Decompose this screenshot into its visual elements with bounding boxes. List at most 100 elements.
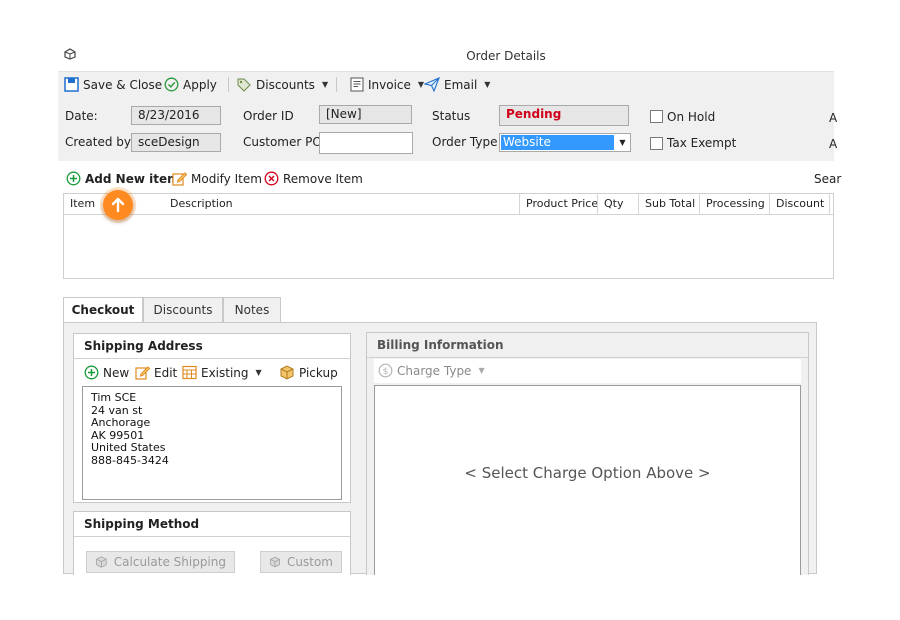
search-label-truncated: Sear [814, 172, 842, 186]
add-circle-icon [66, 171, 81, 186]
created-by-label: Created by [65, 135, 132, 149]
remove-item-label: Remove Item [283, 171, 363, 186]
edit-address-button[interactable]: Edit [135, 364, 177, 381]
address-line: 888-845-3424 [91, 453, 169, 467]
custom-shipping-button[interactable]: Custom [260, 551, 342, 573]
shipping-method-title: Shipping Method [74, 512, 350, 537]
add-new-item-button[interactable]: Add New item [66, 170, 180, 187]
new-label: New [103, 365, 130, 380]
chevron-down-icon: ▼ [255, 368, 262, 377]
calculate-shipping-button[interactable]: Calculate Shipping [86, 551, 235, 573]
arrow-up-icon [111, 197, 125, 213]
order-type-value: Website [501, 135, 614, 150]
add-new-item-label: Add New item [85, 171, 180, 186]
chevron-down-icon: ▼ [321, 80, 329, 89]
discounts-label: Discounts [256, 77, 315, 92]
tab-checkout[interactable]: Checkout [63, 297, 143, 323]
email-dropdown[interactable]: Email ▼ [424, 76, 490, 93]
email-label: Email [444, 77, 478, 92]
edit-label: Edit [154, 365, 178, 380]
column-header-description[interactable]: Description [164, 194, 520, 214]
tutorial-marker [103, 190, 133, 220]
pickup-button[interactable]: Pickup [279, 364, 338, 381]
existing-label: Existing [201, 365, 249, 380]
customer-po-input[interactable] [319, 132, 413, 154]
column-header-qty[interactable]: Qty [598, 194, 639, 214]
on-hold-checkbox[interactable] [650, 110, 663, 123]
charge-type-label: Charge Type [397, 363, 472, 378]
column-header-product-price[interactable]: Product Price [520, 194, 598, 214]
customer-po-label: Customer PO [243, 135, 322, 149]
invoice-label: Invoice [368, 77, 411, 92]
svg-text:$: $ [383, 367, 389, 377]
save-icon [64, 77, 79, 92]
address-line: Anchorage [91, 416, 151, 429]
column-header-sub-total[interactable]: Sub Total [639, 194, 700, 214]
edit-icon [172, 172, 187, 186]
order-id-field: [New] [319, 105, 412, 124]
items-toolbar: Add New item Modify Item Remove Item Sea… [58, 168, 841, 190]
save-close-label: Save & Close [83, 77, 163, 92]
window-title: Order Details [466, 49, 546, 63]
modify-item-label: Modify Item [191, 171, 262, 186]
chevron-down-icon: ▼ [484, 80, 491, 89]
date-field[interactable]: 8/23/2016 [131, 106, 221, 125]
charge-option-placeholder: < Select Charge Option Above > [464, 464, 711, 482]
custom-label: Custom [287, 555, 333, 569]
remove-circle-icon [264, 171, 279, 186]
charge-option-panel: < Select Charge Option Above > [374, 385, 801, 575]
remove-item-button[interactable]: Remove Item [264, 170, 363, 187]
chevron-down-icon[interactable]: ▼ [615, 134, 630, 151]
dollar-circle-icon: $ [378, 363, 393, 378]
checkout-pane: Shipping Address New Edit Existing ▼ Pic… [63, 322, 817, 575]
package-icon [280, 365, 294, 380]
tab-notes[interactable]: Notes [223, 297, 281, 322]
order-id-label: Order ID [243, 109, 294, 123]
chevron-down-icon: ▼ [478, 366, 485, 375]
tax-exempt-checkbox[interactable] [650, 137, 663, 150]
check-circle-icon [164, 77, 179, 92]
on-hold-label: On Hold [667, 110, 716, 124]
shipping-address-title: Shipping Address [74, 334, 350, 359]
status-field: Pending [499, 105, 629, 126]
column-header-processing[interactable]: Processing [700, 194, 770, 214]
discount-tag-icon [237, 78, 251, 92]
existing-address-dropdown[interactable]: Existing ▼ [182, 364, 262, 381]
billing-information-group: Billing Information $ Charge Type ▼ < Se… [366, 332, 809, 575]
address-line: United States [91, 441, 166, 454]
created-by-field: sceDesign [131, 133, 221, 152]
order-type-select[interactable]: Website ▼ [499, 133, 631, 152]
package-icon [270, 556, 280, 568]
invoice-icon [350, 77, 364, 92]
toolbar: Save & Close Apply Discounts ▼ Invoice ▼… [58, 71, 834, 98]
order-header: Date: 8/23/2016 Created by sceDesign Ord… [58, 97, 838, 161]
apply-button[interactable]: Apply [164, 76, 217, 93]
address-line: Tim SCE [91, 391, 137, 404]
save-close-button[interactable]: Save & Close [64, 76, 162, 93]
shipping-address-group: Shipping Address New Edit Existing ▼ Pic… [73, 333, 351, 503]
status-label: Status [432, 109, 471, 123]
modify-item-button[interactable]: Modify Item [172, 170, 262, 187]
discounts-dropdown[interactable]: Discounts ▼ [236, 76, 328, 93]
tab-bar: Checkout Discounts Notes [63, 297, 283, 323]
tab-discounts[interactable]: Discounts [143, 297, 223, 322]
apply-label: Apply [183, 77, 217, 92]
new-address-button[interactable]: New [84, 364, 129, 381]
date-label: Date: [65, 109, 98, 123]
order-type-label: Order Type [432, 135, 498, 149]
send-icon [424, 77, 440, 92]
items-grid[interactable]: Item Description Product Price Qty Sub T… [63, 193, 834, 279]
invoice-dropdown[interactable]: Invoice ▼ [350, 76, 424, 93]
shipping-method-group: Shipping Method Calculate Shipping Custo… [73, 511, 351, 575]
calendar-grid-icon [182, 365, 197, 380]
calculate-shipping-label: Calculate Shipping [113, 555, 226, 569]
shipping-address-text[interactable]: Tim SCE 24 van st Anchorage AK 99501 Uni… [82, 386, 342, 500]
add-circle-icon [84, 365, 99, 380]
column-header-discount[interactable]: Discount [770, 194, 830, 214]
charge-type-dropdown[interactable]: $ Charge Type ▼ [378, 362, 485, 379]
tax-exempt-label: Tax Exempt [667, 136, 737, 150]
grid-header: Item Description Product Price Qty Sub T… [64, 194, 833, 215]
package-icon [96, 556, 107, 568]
edit-icon [135, 366, 150, 380]
truncated-label: A [829, 111, 838, 125]
